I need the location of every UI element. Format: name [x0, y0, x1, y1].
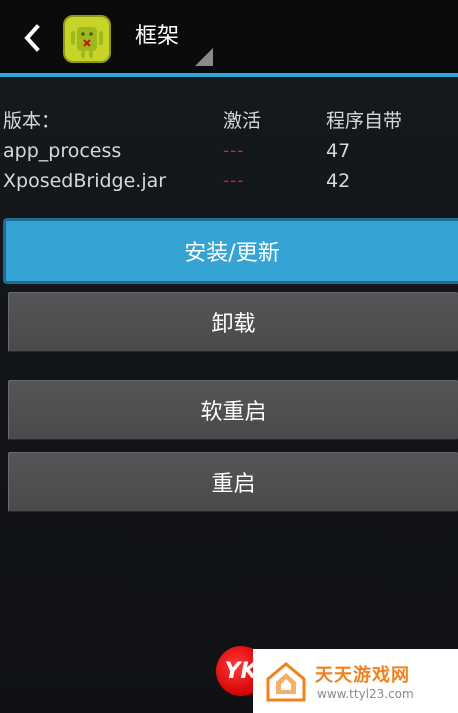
version-header-row: 版本： 激活 程序自带	[0, 106, 458, 136]
soft-reboot-button[interactable]: 软重启	[8, 380, 458, 440]
version-label: 版本：	[3, 110, 61, 132]
bundled-column-header: 程序自带	[326, 110, 403, 132]
install-update-button[interactable]: 安装/更新	[3, 218, 458, 284]
active-version: ---	[223, 171, 245, 191]
uninstall-button[interactable]: 卸载	[8, 292, 458, 352]
version-row-app-process: app_process --- 47	[0, 136, 458, 166]
xposed-android-icon[interactable]	[63, 15, 111, 63]
watermark-banner: 天天游戏网 www.ttyl23.com	[253, 649, 458, 713]
watermark-url: www.ttyl23.com	[317, 687, 414, 701]
watermark-site-name: 天天游戏网	[315, 665, 410, 686]
reboot-button[interactable]: 重启	[8, 452, 458, 512]
active-column-header: 激活	[223, 110, 262, 132]
spinner-corner-icon	[195, 48, 213, 66]
bundled-version: 47	[326, 140, 351, 162]
back-chevron-icon	[24, 24, 40, 52]
back-button[interactable]	[12, 18, 52, 58]
component-name: app_process	[3, 140, 122, 162]
version-row-xposedbridge: XposedBridge.jar --- 42	[0, 166, 458, 196]
version-table: 版本： 激活 程序自带 app_process --- 47 XposedBri…	[0, 106, 458, 196]
bundled-version: 42	[326, 170, 351, 192]
action-bar: 框架	[0, 0, 458, 77]
watermark-house-icon	[266, 662, 306, 702]
component-name: XposedBridge.jar	[3, 170, 167, 192]
active-version: ---	[223, 141, 245, 161]
action-bar-divider	[0, 73, 458, 77]
